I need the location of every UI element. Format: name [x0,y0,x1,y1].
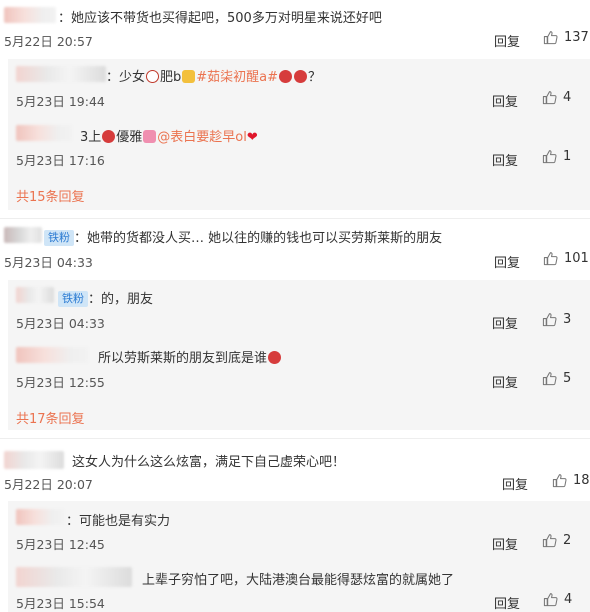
reply-button[interactable]: 回复 [494,252,520,271]
mention-link[interactable]: @表白要趁早ol [157,130,247,145]
reply-button[interactable]: 回复 [492,534,518,553]
divider [0,218,590,219]
username-blurred[interactable] [4,227,42,243]
reply-time: 5月23日 17:16 [16,153,105,168]
comment-time: 5月22日 20:57 [4,34,93,49]
like-count: 137 [564,30,589,45]
reply-text-prefix: ：少女 [106,70,146,85]
thumbs-up-icon [552,474,567,488]
like-button[interactable]: 1 [542,149,571,164]
username-blurred[interactable] [16,347,88,363]
more-replies-link[interactable]: 共15条回复 [16,186,85,205]
reply-text-suffix: ？ [308,70,322,85]
like-button[interactable]: 18 [552,473,590,488]
like-count: 18 [573,473,590,488]
like-count: 4 [563,90,572,105]
fan-badge: 铁粉 [44,230,74,246]
topic-link[interactable]: #茹柒初醒a# [196,70,278,85]
reply-body: ：的，朋友 [88,292,154,307]
comment-text: 这女人为什么这么炫富，满足下自己虚荣心吧！ [72,455,346,470]
reply-text: 上辈子穷怕了吧，大陆港澳台最能得瑟炫富的就属她了 [142,573,455,588]
username-blurred[interactable] [16,287,54,303]
like-button[interactable]: 5 [542,371,571,386]
like-count: 101 [564,251,589,266]
reply-button[interactable]: 回复 [492,313,518,332]
reply-button[interactable]: 回复 [494,31,520,50]
thumbs-up-icon [543,252,558,266]
username-blurred[interactable] [16,66,106,82]
reply-body: 所以劳斯莱斯的朋友到底是谁 [98,351,268,366]
username-blurred[interactable] [4,7,56,23]
username-blurred[interactable] [16,125,72,141]
thumbs-up-icon [543,31,558,45]
like-count: 1 [563,149,572,164]
reply-button[interactable]: 回复 [492,150,518,169]
reply-button[interactable]: 回复 [494,593,520,612]
comment-text: 铁粉 ：她带的货都没人买… 她以往的赚的钱也可以买劳斯莱斯的朋友 [44,227,442,246]
reply-text-prefix: 3上 [80,130,102,145]
comment-time: 5月23日 04:33 [4,255,93,270]
thumbs-up-icon [542,91,557,105]
fan-badge: 铁粉 [58,291,88,307]
username-blurred[interactable] [16,509,64,525]
reply-button[interactable]: 回复 [492,372,518,391]
thumbs-up-icon [542,372,557,386]
thumbs-up-icon [543,593,558,607]
heart-icon: ❤ [246,130,258,145]
reply-text-mid: 肥b [160,70,182,85]
balloon-emoji-icon [102,130,116,143]
reply-text: 3上 優雅 @表白要趁早ol❤ [80,126,258,145]
username-blurred[interactable] [4,451,64,469]
reply-text: ：少女 肥b #茹柒初醒a# ？ [106,66,321,85]
like-button[interactable]: 4 [543,592,572,607]
like-count: 5 [563,371,572,386]
divider [0,438,590,439]
reply-button[interactable]: 回复 [492,91,518,110]
thumbs-up-icon [542,150,557,164]
balloon-emoji-icon [294,70,308,83]
comment-body: ：她带的货都没人买… 她以往的赚的钱也可以买劳斯莱斯的朋友 [74,231,443,246]
like-button[interactable]: 3 [542,312,571,327]
flower-emoji-icon [143,130,157,143]
balloon-emoji-icon [279,70,293,83]
thumbs-up-icon [542,534,557,548]
reply-text: 铁粉 ：的，朋友 [58,288,153,307]
reply-button[interactable]: 回复 [502,474,528,493]
reply-text-mid: 優雅 [116,130,143,145]
like-button[interactable]: 2 [542,533,571,548]
pointing-hand-emoji-icon [182,70,196,83]
thumbs-up-icon [542,313,557,327]
like-count: 4 [564,592,573,607]
comment-time: 5月22日 20:07 [4,477,93,492]
question-balloon-emoji-icon [268,351,282,364]
like-button[interactable]: 101 [543,251,589,266]
reply-time: 5月23日 15:54 [16,596,105,611]
username-blurred[interactable] [16,567,132,587]
reply-time: 5月23日 12:55 [16,375,105,390]
reply-text: 所以劳斯莱斯的朋友到底是谁 [98,347,282,366]
more-replies-link[interactable]: 共17条回复 [16,408,85,427]
comment-text: ：她应该不带货也买得起吧，500多万对明星来说还好吧 [58,11,382,26]
like-button[interactable]: 4 [542,90,571,105]
reply-time: 5月23日 12:45 [16,537,105,552]
like-count: 2 [563,533,572,548]
reply-text: ：可能也是有实力 [66,514,171,529]
like-button[interactable]: 137 [543,30,589,45]
like-count: 3 [563,312,572,327]
reply-time: 5月23日 04:33 [16,316,105,331]
reply-time: 5月23日 19:44 [16,94,105,109]
age-18-emoji-icon [146,70,160,83]
